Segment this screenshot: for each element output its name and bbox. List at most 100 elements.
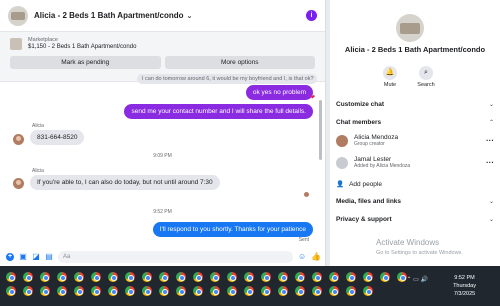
browser-taskbar-icon[interactable] xyxy=(142,272,152,282)
chat-members-label: Chat members xyxy=(336,119,382,126)
clock-date: 7/3/2025 xyxy=(453,291,476,297)
browser-taskbar-icon[interactable] xyxy=(74,272,84,282)
timestamp: 9:09 PM xyxy=(153,153,172,159)
browser-taskbar-icon[interactable] xyxy=(363,286,373,296)
browser-taskbar-icon[interactable] xyxy=(193,286,203,296)
browser-taskbar-icon[interactable] xyxy=(329,286,339,296)
sticker-icon[interactable]: ◪ xyxy=(32,253,40,261)
message-incoming[interactable]: 831-664-8520 xyxy=(30,130,85,145)
message-outgoing[interactable]: send me your contact number and I will s… xyxy=(124,104,313,119)
add-person-icon: 👤 xyxy=(336,181,345,188)
listing-thumbnail[interactable] xyxy=(10,38,22,50)
chat-header: Alicia - 2 Beds 1 Bath Apartment/condo ⌄… xyxy=(0,0,325,32)
message-list: I can do tomorrow around 6, it would be … xyxy=(0,74,325,248)
system-tray[interactable]: ⌃ ▭ 🔊 xyxy=(406,276,428,283)
more-options-icon[interactable]: ··· xyxy=(486,136,494,145)
browser-taskbar-icon[interactable] xyxy=(244,286,254,296)
customize-chat-section[interactable]: Customize chat ⌄ xyxy=(336,101,494,108)
mute-button[interactable]: 🔔 Mute xyxy=(380,66,400,88)
browser-taskbar-icon[interactable] xyxy=(346,272,356,282)
browser-taskbar-icon[interactable] xyxy=(125,286,135,296)
seen-avatar xyxy=(304,192,309,197)
browser-taskbar-icon[interactable] xyxy=(210,286,220,296)
chat-members-section[interactable]: Chat members ⌃ xyxy=(336,119,494,126)
browser-taskbar-icon[interactable] xyxy=(91,272,101,282)
more-options-button[interactable]: More options xyxy=(164,56,315,69)
browser-taskbar-icon[interactable] xyxy=(210,272,220,282)
browser-taskbar-icon[interactable] xyxy=(142,286,152,296)
browser-taskbar-icon[interactable] xyxy=(227,286,237,296)
member-row[interactable]: Alicia Mendoza Group creator ··· xyxy=(336,134,494,147)
browser-taskbar-icon[interactable] xyxy=(312,286,322,296)
browser-taskbar-icon[interactable] xyxy=(108,286,118,296)
clock-time: 9:52 PM xyxy=(454,275,475,281)
chat-avatar[interactable] xyxy=(8,5,28,26)
browser-taskbar-icon[interactable] xyxy=(6,286,16,296)
browser-taskbar-icon[interactable] xyxy=(74,286,84,296)
browser-taskbar-icon[interactable] xyxy=(329,272,339,282)
browser-taskbar-icon[interactable] xyxy=(57,272,67,282)
listing-price[interactable]: $1,150 - 2 Beds 1 Bath Apartment/condo xyxy=(28,44,136,51)
mark-as-pending-button[interactable]: Mark as pending xyxy=(10,56,161,69)
media-files-section[interactable]: Media, files and links ⌄ xyxy=(336,198,494,205)
browser-taskbar-icon[interactable] xyxy=(91,286,101,296)
info-icon[interactable]: i xyxy=(306,10,317,21)
browser-taskbar-icon[interactable] xyxy=(57,286,67,296)
add-people-button[interactable]: 👤 Add people xyxy=(336,180,382,189)
plus-icon[interactable]: + xyxy=(6,253,14,261)
browser-taskbar-icon[interactable] xyxy=(278,272,288,282)
browser-taskbar-icon[interactable] xyxy=(261,272,271,282)
browser-taskbar-icon[interactable] xyxy=(23,286,33,296)
member-name: Alicia Mendoza xyxy=(354,134,399,141)
emoji-icon[interactable]: ☺ xyxy=(298,253,306,261)
browser-taskbar-icon[interactable] xyxy=(295,272,305,282)
browser-taskbar-icon[interactable] xyxy=(108,272,118,282)
message-incoming[interactable]: If you're able to, I can also do today, … xyxy=(30,175,220,190)
member-role: Added by Alicia Mendoza xyxy=(354,163,411,169)
sender-avatar[interactable] xyxy=(13,178,24,189)
conversation-title: Alicia - 2 Beds 1 Bath Apartment/condo xyxy=(344,45,486,54)
like-icon[interactable]: 👍 xyxy=(311,253,321,261)
activate-windows-subtext: Go to Settings to activate Windows. xyxy=(376,250,463,256)
browser-taskbar-icon[interactable] xyxy=(295,286,305,296)
search-button[interactable]: ⌕ Search xyxy=(416,66,436,88)
message-input[interactable]: Aa xyxy=(58,251,293,263)
conversation-avatar[interactable] xyxy=(396,14,424,42)
sender-avatar[interactable] xyxy=(13,134,24,145)
image-icon[interactable]: ▣ xyxy=(19,253,27,261)
browser-taskbar-icon[interactable] xyxy=(346,286,356,296)
browser-taskbar-icon[interactable] xyxy=(159,272,169,282)
chevron-up-icon: ⌃ xyxy=(488,120,494,126)
scrollbar[interactable] xyxy=(319,100,322,160)
browser-taskbar-icon[interactable] xyxy=(278,286,288,296)
browser-taskbar-icon[interactable] xyxy=(176,272,186,282)
activate-windows-watermark: Activate Windows xyxy=(376,238,440,247)
message-outgoing[interactable]: ok yes no problem xyxy=(245,85,313,100)
browser-taskbar-icon[interactable] xyxy=(380,272,390,282)
privacy-support-section[interactable]: Privacy & support ⌄ xyxy=(336,216,494,223)
browser-taskbar-icon[interactable] xyxy=(261,286,271,296)
browser-taskbar-icon[interactable] xyxy=(312,272,322,282)
more-options-icon[interactable]: ··· xyxy=(486,158,494,167)
browser-taskbar-icon[interactable] xyxy=(176,286,186,296)
browser-taskbar-icon[interactable] xyxy=(23,272,33,282)
member-row[interactable]: Jamal Lester Added by Alicia Mendoza ··· xyxy=(336,156,494,169)
browser-taskbar-icon[interactable] xyxy=(159,286,169,296)
browser-taskbar-icon[interactable] xyxy=(6,272,16,282)
browser-taskbar-icon[interactable] xyxy=(193,272,203,282)
chevron-down-icon: ⌄ xyxy=(488,102,494,108)
search-icon: ⌕ xyxy=(419,66,433,80)
browser-taskbar-icon[interactable] xyxy=(363,272,373,282)
quoted-message[interactable]: I can do tomorrow around 6, it would be … xyxy=(137,74,317,84)
gif-icon[interactable]: ▤ xyxy=(45,253,53,261)
message-outgoing[interactable]: I'll respond to you shortly. Thanks for … xyxy=(152,222,313,237)
chat-title[interactable]: Alicia - 2 Beds 1 Bath Apartment/condo ⌄ xyxy=(34,11,192,20)
browser-taskbar-icon[interactable] xyxy=(227,272,237,282)
browser-taskbar-icon[interactable] xyxy=(40,286,50,296)
taskbar-clock[interactable]: 9:52 PM Thursday 7/3/2025 xyxy=(453,274,476,298)
member-avatar xyxy=(336,156,348,169)
browser-taskbar-icon[interactable] xyxy=(40,272,50,282)
browser-taskbar-icon[interactable] xyxy=(244,272,254,282)
taskbar: ⌃ ▭ 🔊 9:52 PM Thursday 7/3/2025 xyxy=(0,266,500,306)
browser-taskbar-icon[interactable] xyxy=(125,272,135,282)
